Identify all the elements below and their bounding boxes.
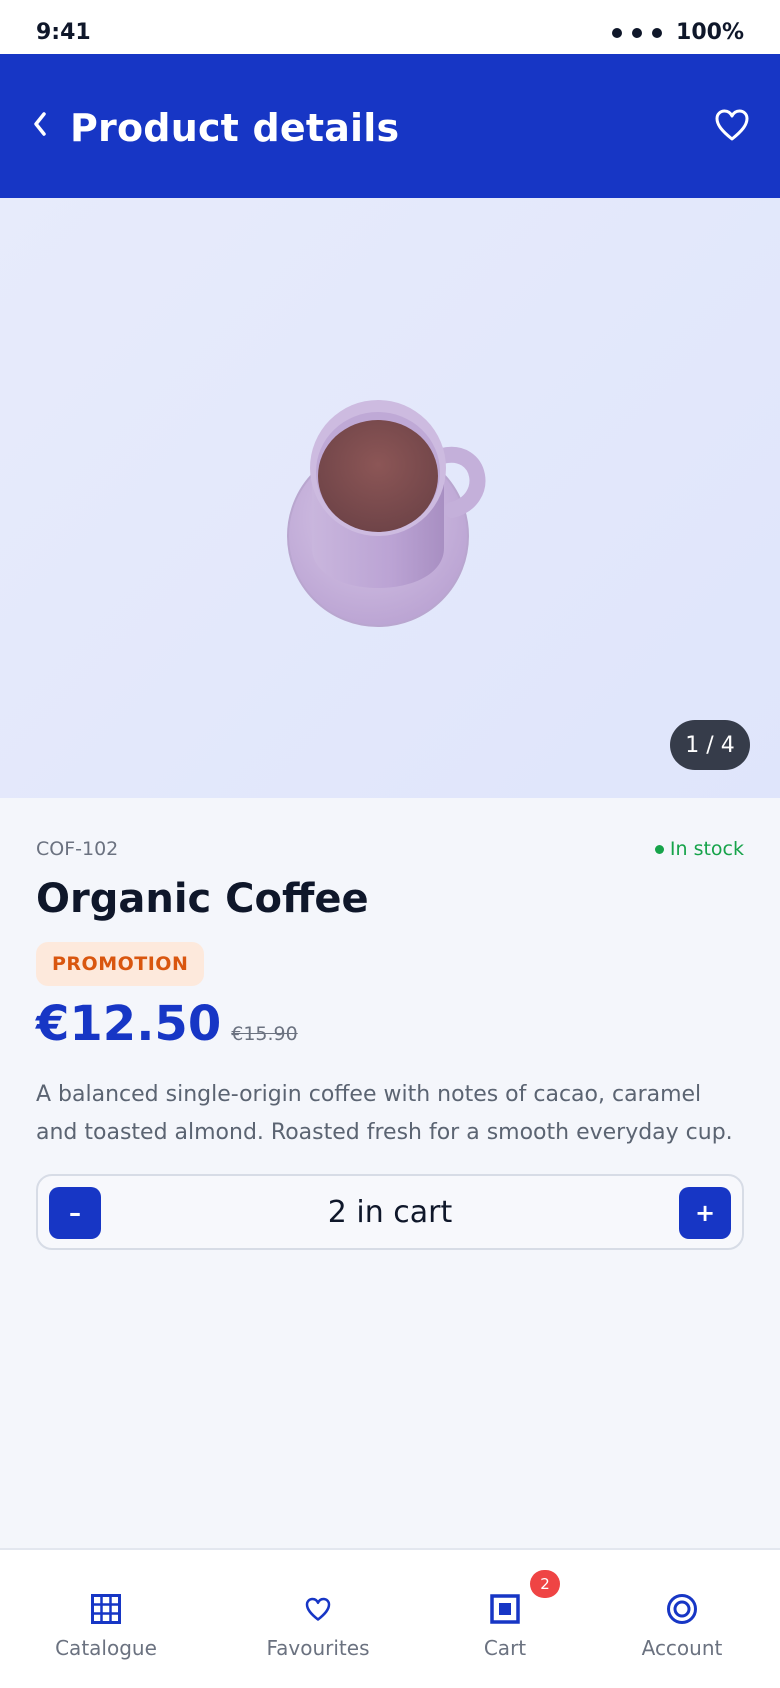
product-sku: COF-102 (36, 838, 119, 860)
image-counter: 1 / 4 (670, 720, 750, 770)
stock-label: In stock (669, 838, 744, 860)
stock-status: In stock (654, 838, 744, 860)
status-bar: 9:41 100% (0, 0, 780, 54)
back-chevron-icon[interactable] (28, 104, 52, 144)
favourite-heart-icon[interactable] (714, 108, 750, 142)
stock-dot-icon (654, 844, 664, 854)
nav-item-catalogue[interactable]: Catalogue (46, 1550, 166, 1688)
nav-item-account[interactable]: Account (622, 1550, 742, 1688)
status-time: 9:41 (36, 20, 91, 45)
cart-icon (490, 1592, 520, 1626)
nav-label: Cart (483, 1636, 527, 1660)
coffee-cup-icon (282, 398, 502, 628)
product-image-gallery[interactable]: 1 / 4 (0, 198, 780, 798)
nav-label: Account (641, 1636, 723, 1660)
original-price: €15.90 (231, 1023, 298, 1045)
signal-dots-icon (612, 27, 663, 38)
account-icon (666, 1592, 698, 1626)
product-details-screen: 9:41 100% Product details 1 / 4 COF-102 … (0, 0, 780, 1688)
battery-level: 100% (676, 20, 744, 45)
status-indicators: 100% (612, 20, 744, 45)
cart-count-badge: 2 (530, 1570, 560, 1598)
cart-quantity-stepper: 2 in cart – + (36, 1174, 744, 1250)
promotion-badge: PROMOTION (36, 942, 205, 986)
decrease-quantity-button[interactable]: – (49, 1187, 101, 1239)
page-title: Product details (70, 106, 400, 150)
product-description: A balanced single-origin coffee with not… (36, 1082, 733, 1145)
product-name: Organic Coffee (36, 876, 369, 922)
bottom-navigation: Catalogue Favourites Cart Account (0, 1548, 780, 1688)
nav-label: Favourites (266, 1636, 370, 1660)
current-price: €12.50 (36, 996, 222, 1052)
nav-label: Catalogue (55, 1636, 157, 1660)
heart-icon (304, 1592, 332, 1626)
grid-icon (91, 1592, 121, 1626)
cart-quantity-label: 2 in cart (327, 1194, 453, 1230)
price-row: €12.50 €15.90 (36, 996, 298, 1052)
app-header: Product details (0, 54, 780, 198)
nav-item-favourites[interactable]: Favourites (258, 1550, 378, 1688)
increase-quantity-button[interactable]: + (679, 1187, 731, 1239)
